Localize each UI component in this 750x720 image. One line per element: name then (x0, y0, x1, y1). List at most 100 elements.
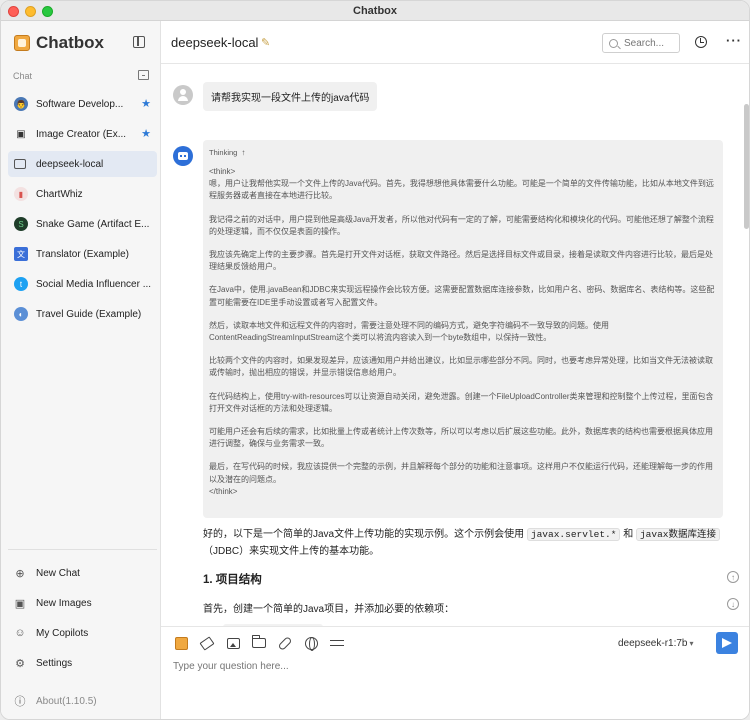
scroll-down-icon[interactable]: ↓ (727, 598, 739, 610)
conversation-item[interactable]: ▣ Image Creator (Ex... ★ (8, 121, 157, 147)
info-icon: ⓘ (14, 696, 26, 708)
developer-avatar-icon: 👨 (14, 97, 28, 111)
window-title: Chatbox (353, 4, 397, 17)
new-chat-label: New Chat (36, 567, 80, 579)
conversation-label: Translator (Example) (36, 248, 129, 260)
search-icon (609, 38, 618, 48)
settings-sliders-button[interactable] (329, 635, 345, 651)
image-icon (226, 637, 240, 649)
chart-icon: ▮ (14, 187, 28, 201)
about-button[interactable]: ⓘ About(1.10.5) (8, 686, 157, 716)
answer-paragraph: 首先，创建一个简单的Java项目，并添加必要的依赖项： (203, 604, 455, 615)
attach-image-button[interactable] (225, 635, 241, 651)
conversation-label: deepseek-local (36, 158, 104, 170)
title-bar: Chatbox (1, 1, 749, 21)
clear-button[interactable] (199, 635, 215, 651)
history-icon[interactable] (695, 36, 707, 48)
settings-label: Settings (36, 657, 73, 669)
message-list: 请帮我实现一段文件上传的java代码 Thinking ↑ <think> 嗯，用… (161, 64, 749, 634)
conversation-item[interactable]: 👨 Software Develop... ★ (8, 91, 157, 117)
thinking-label: Thinking (209, 148, 238, 157)
web-search-button[interactable] (303, 635, 319, 651)
send-button[interactable] (716, 632, 738, 654)
main-panel: deepseek-local ✎ ··· 请帮我实现一段文件上传的java代码 … (161, 21, 749, 719)
plus-circle-icon: ⊕ (15, 567, 25, 580)
model-name: deepseek-r1:7b (618, 638, 688, 649)
collapse-sidebar-icon[interactable] (133, 36, 145, 48)
scroll-up-icon[interactable]: ↑ (727, 571, 739, 583)
conversation-title: deepseek-local (171, 35, 259, 50)
thinking-paragraph: 我记得之前的对话中，用户提到他是高级Java开发者，所以他对代码有一定的了解，可… (209, 214, 714, 236)
my-copilots-label: My Copilots (36, 627, 89, 639)
copilot-button[interactable] (173, 635, 189, 651)
thinking-paragraph: 可能用户还会有后续的需求，比如批量上传或者统计上传次数等，所以可以考虑以后扩展这… (209, 427, 713, 449)
attach-link-button[interactable] (277, 635, 293, 651)
scrollbar[interactable] (744, 104, 749, 229)
conversation-list: 👨 Software Develop... ★ ▣ Image Creator … (8, 91, 157, 331)
thinking-paragraph: 在代码结构上，使用try-with-resources可以让资源自动关闭，避免泄… (209, 391, 714, 413)
thinking-paragraph: 在Java中，使用.javaBean和JDBC来实现远程操作会比较方便。这需要配… (209, 285, 715, 307)
assistant-avatar (173, 146, 193, 166)
globe-icon: ◐ (14, 307, 28, 321)
collapse-arrow-icon[interactable]: ↑ (241, 148, 245, 157)
conversation-item-active[interactable]: deepseek-local (8, 151, 157, 177)
thinking-header[interactable]: Thinking ↑ (209, 148, 717, 157)
conversation-item[interactable]: S Snake Game (Artifact E... (8, 211, 157, 237)
folder-icon (252, 635, 266, 648)
new-images-button[interactable]: ▣ New Images (8, 588, 157, 618)
more-options-icon[interactable]: ··· (726, 33, 742, 48)
inline-code: javax数据库连接 (635, 528, 720, 541)
maximize-window-button[interactable] (42, 6, 53, 17)
thinking-paragraph: 我应该先确定上传的主要步骤。首先是打开文件对话框，获取文件路径。然后是选择目标文… (209, 250, 713, 272)
close-window-button[interactable] (8, 6, 19, 17)
star-icon[interactable]: ★ (141, 127, 151, 140)
model-selector[interactable]: deepseek-r1:7b ▾ (618, 638, 694, 649)
new-chat-button[interactable]: ⊕ New Chat (8, 558, 157, 588)
thinking-paragraph: 比较两个文件的内容时，如果发现差异，应该通知用户并给出建议，比如显示哪些部分不同… (209, 356, 713, 378)
about-label: About(1.10.5) (36, 695, 97, 707)
snake-icon: S (14, 217, 28, 231)
conversation-item[interactable]: 文 Translator (Example) (8, 241, 157, 267)
think-open-tag: <think> (209, 167, 236, 176)
send-icon (722, 638, 732, 648)
twitter-icon: t (14, 277, 28, 291)
star-icon[interactable]: ★ (141, 97, 151, 110)
gear-icon: ⚙ (15, 657, 25, 670)
edit-title-icon[interactable]: ✎ (261, 36, 270, 49)
app-window: Chatbox Chatbox Chat 👨 Software Develop.… (0, 0, 750, 720)
conversation-header: deepseek-local ✎ ··· (161, 21, 749, 64)
composer-toolbar (173, 635, 345, 651)
minimize-window-button[interactable] (25, 6, 36, 17)
answer-heading: 1. 项目结构 (203, 574, 262, 586)
new-images-label: New Images (36, 597, 92, 609)
thinking-paragraph: 最后，在写代码的时候，我应该提供一个完整的示例，并且解释每个部分的功能和注意事项… (209, 462, 713, 484)
globe-icon (304, 636, 318, 651)
attach-file-button[interactable] (251, 635, 267, 651)
settings-button[interactable]: ⚙ Settings (8, 648, 157, 678)
user-message: 请帮我实现一段文件上传的java代码 (203, 82, 378, 111)
link-icon (277, 635, 293, 651)
sidebar: Chatbox Chat 👨 Software Develop... ★ ▣ I… (1, 21, 161, 719)
chevron-down-icon: ▾ (689, 639, 694, 648)
conversation-label: Social Media Influencer ... (36, 278, 152, 290)
conversation-label: ChartWhiz (36, 188, 83, 200)
conversation-label: Image Creator (Ex... (36, 128, 127, 140)
chatbox-logo-icon (14, 35, 30, 51)
robot-icon (178, 152, 188, 160)
conversation-item[interactable]: ◐ Travel Guide (Example) (8, 301, 157, 327)
search-box[interactable] (602, 33, 680, 53)
translate-icon: 文 (14, 247, 28, 261)
brand: Chatbox (14, 33, 104, 53)
conversation-item[interactable]: ▮ ChartWhiz (8, 181, 157, 207)
message-input[interactable] (173, 661, 733, 711)
inline-code: javax.servlet.* (526, 528, 621, 541)
archive-icon[interactable] (138, 70, 149, 80)
sidebar-actions: ⊕ New Chat ▣ New Images ☺ My Copilots ⚙ … (8, 549, 157, 716)
window-controls (8, 6, 53, 17)
sliders-icon (330, 638, 344, 648)
conversation-item[interactable]: t Social Media Influencer ... (8, 271, 157, 297)
my-copilots-button[interactable]: ☺ My Copilots (8, 618, 157, 648)
search-input[interactable] (624, 37, 676, 49)
chat-bubble-icon (14, 159, 26, 169)
section-label: Chat (13, 71, 33, 81)
